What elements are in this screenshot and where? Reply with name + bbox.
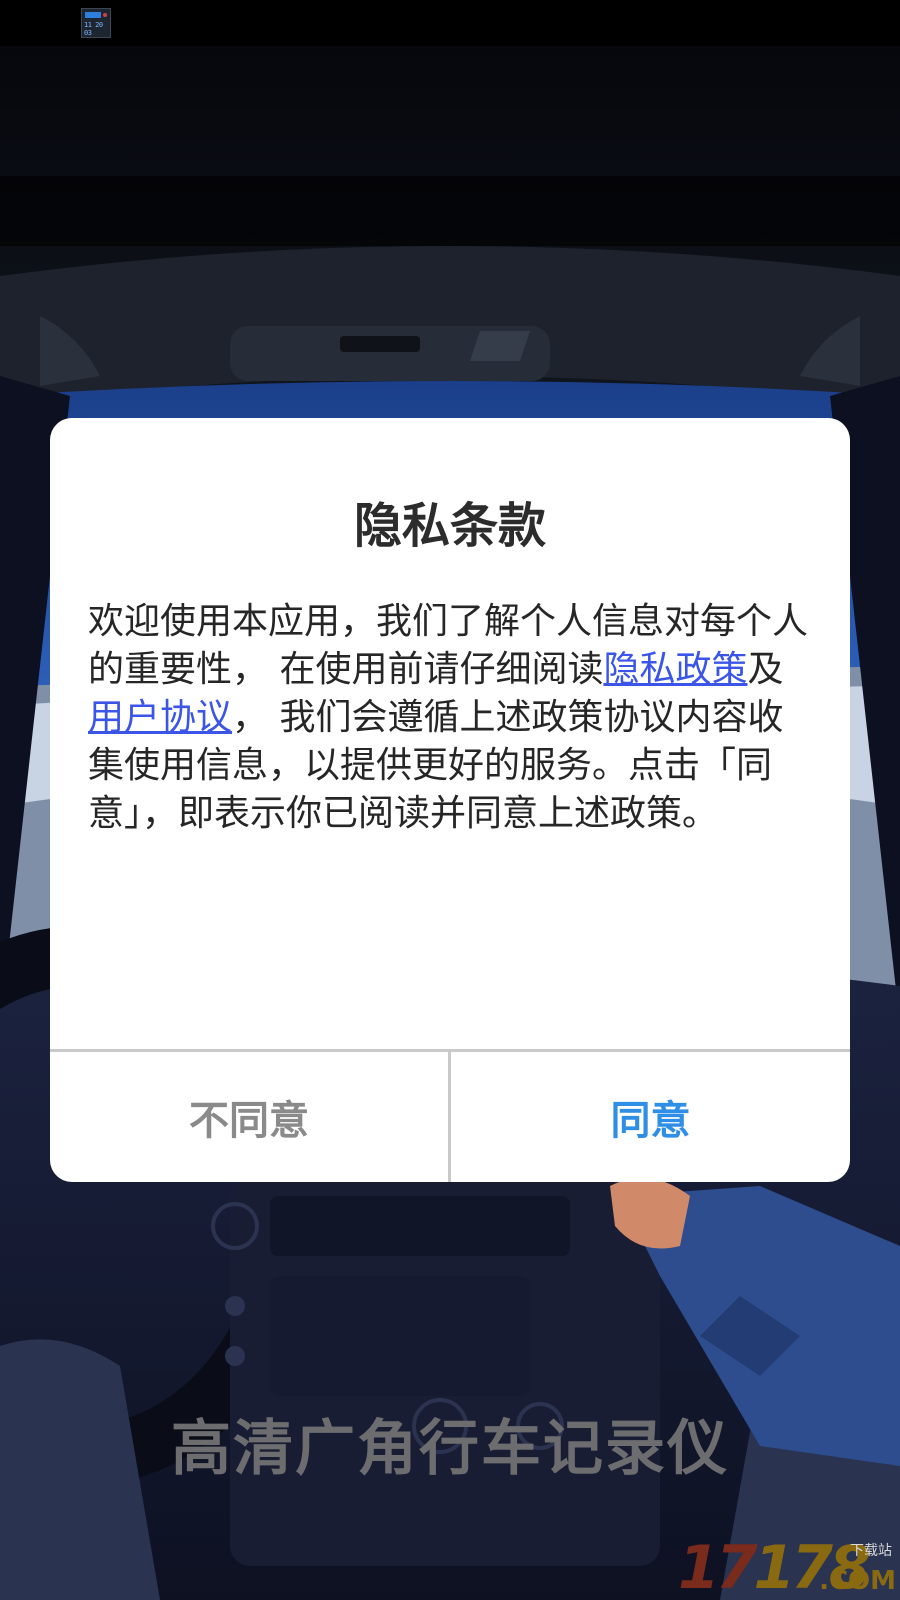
dialog-body: 欢迎使用本应用，我们了解个人信息对每个人的重要性， 在使用前请仔细阅读隐私政策及… (88, 598, 818, 838)
status-bar: 11 20 03 (0, 0, 900, 46)
agree-button[interactable]: 同意 (451, 1052, 850, 1182)
app-title: 高清广角行车记录仪 (171, 1414, 729, 1484)
watermark-suffix: .COM (819, 1566, 896, 1596)
privacy-dialog: 隐私条款 欢迎使用本应用，我们了解个人信息对每个人的重要性， 在使用前请仔细阅读… (50, 418, 850, 1182)
privacy-policy-link[interactable]: 隐私政策 (603, 649, 747, 690)
user-agreement-link[interactable]: 用户协议 (88, 697, 232, 738)
dashcam-app-icon: 11 20 03 (81, 8, 111, 38)
watermark-logo: 17178 下载站 .COM (678, 1536, 900, 1600)
dialog-title: 隐私条款 (353, 498, 546, 554)
body-text-and: 及 (747, 649, 784, 690)
disagree-button[interactable]: 不同意 (50, 1052, 448, 1182)
watermark-sub: 下载站 (850, 1543, 892, 1559)
